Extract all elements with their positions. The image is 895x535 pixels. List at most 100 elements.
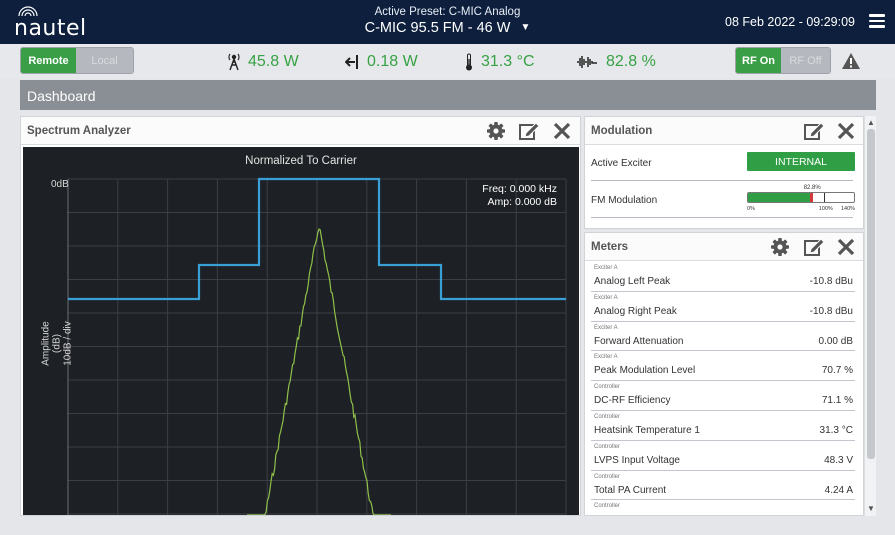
meter-name: Analog Right Peak — [594, 305, 677, 317]
modulation-panel-title: Modulation — [591, 125, 653, 137]
meters-panel: Meters Exciter A Analog Left Peak -10.8 … — [584, 232, 864, 516]
divider — [591, 217, 853, 218]
meter-row: Controller Total PA Current 4.24 A — [591, 471, 855, 501]
status-bar: Remote Local 45.8 W 0.18 W 31.3 °C 82.8 … — [0, 44, 895, 78]
meter-value: 4.24 A — [824, 484, 853, 496]
meter-row: Controller — [591, 500, 855, 515]
spectrum-analyzer-panel: Spectrum Analyzer Normalized To Carrier … — [20, 116, 581, 516]
meter-row: Exciter A Forward Attenuation 0.00 dB — [591, 322, 855, 352]
meter-value: 0.00 dB — [818, 335, 853, 347]
meter-row: Controller LVPS Input Voltage 48.3 V — [591, 441, 855, 471]
hamburger-menu-icon[interactable] — [869, 14, 885, 28]
meters-list: Exciter A Analog Left Peak -10.8 dBu Exc… — [585, 262, 863, 515]
fm-modulation-value: 82.8% — [803, 185, 821, 191]
meter-row: Controller DC-RF Efficiency 71.1 % — [591, 381, 855, 411]
reflected-arrow-icon — [345, 55, 358, 69]
cursor-readout: Freq: 0.000 kHz Amp: 0.000 dB — [482, 183, 557, 209]
spectrum-plot[interactable]: Normalized To Carrier 0dB Amplitude (dB)… — [23, 147, 579, 515]
spectrum-trace — [247, 228, 391, 515]
nautel-logo: nautel — [12, 6, 86, 41]
waveform-icon — [577, 56, 597, 68]
y-axis-label-line2: 10dB / div — [62, 321, 74, 366]
meter-source: Exciter A — [594, 294, 618, 301]
meter-row: Controller Heatsink Temperature 1 31.3 °… — [591, 411, 855, 441]
page-scrollbar[interactable]: ▲ ▼ — [864, 116, 876, 516]
meter-name: Forward Attenuation — [594, 335, 684, 347]
meter-value: -10.8 dBu — [809, 305, 853, 317]
fm-scale-0: 0% — [747, 206, 755, 212]
forward-power-value: 45.8 W — [248, 53, 299, 70]
meter-source: Exciter A — [594, 324, 618, 331]
preset-selector[interactable]: C-MIC 95.5 FM - 46 W ▼ — [365, 20, 531, 36]
close-icon[interactable] — [835, 121, 857, 141]
spectrum-panel-title: Spectrum Analyzer — [27, 125, 131, 137]
divider — [591, 180, 853, 181]
fm-peak-marker — [809, 193, 813, 202]
active-exciter-button[interactable]: INTERNAL — [747, 152, 855, 171]
meter-name: LVPS Input Voltage — [594, 454, 680, 466]
meter-value: 48.3 V — [824, 454, 853, 466]
fm-modulation-bar — [747, 192, 855, 203]
forward-power-meter: 45.8 W — [228, 51, 299, 73]
close-icon[interactable] — [835, 237, 857, 257]
gear-icon[interactable] — [769, 237, 791, 257]
meter-row: Exciter A Analog Left Peak -10.8 dBu — [591, 262, 855, 292]
temperature-meter: 31.3 °C — [465, 51, 535, 73]
scroll-down-icon[interactable]: ▼ — [865, 504, 877, 514]
gear-icon[interactable] — [485, 121, 507, 141]
edit-icon[interactable] — [803, 121, 825, 141]
active-exciter-label: Active Exciter — [591, 158, 652, 169]
amp-readout: Amp: 0.000 dB — [487, 196, 557, 208]
meter-row: Exciter A Analog Right Peak -10.8 dBu — [591, 292, 855, 322]
rf-on-option[interactable]: RF On — [736, 48, 782, 73]
fm-scale-140: 140% — [841, 206, 856, 212]
fm-modulation-fill — [748, 193, 811, 202]
warning-icon[interactable] — [841, 52, 861, 70]
dashboard-header: Dashboard — [20, 80, 876, 110]
edit-icon[interactable] — [518, 121, 540, 141]
spectrum-panel-header: Spectrum Analyzer — [21, 117, 580, 145]
meter-name: DC-RF Efficiency — [594, 395, 671, 407]
caret-down-icon: ▼ — [520, 22, 531, 33]
fm-modulation-label: FM Modulation — [591, 195, 658, 206]
scroll-up-icon[interactable]: ▲ — [865, 118, 877, 128]
local-option[interactable]: Local — [76, 48, 133, 73]
y-axis-label-line1: Amplitude (dB) — [40, 321, 63, 366]
reflected-power-meter: 0.18 W — [345, 51, 418, 73]
meter-source: Controller — [594, 503, 621, 510]
meter-value: -10.8 dBu — [809, 276, 853, 287]
close-icon[interactable] — [551, 121, 573, 141]
remote-option[interactable]: Remote — [21, 48, 77, 73]
logo-text: nautel — [14, 16, 87, 41]
meter-source: Controller — [594, 473, 621, 480]
scroll-thumb[interactable] — [867, 129, 875, 459]
meter-source: Controller — [594, 384, 621, 391]
rf-on-off-toggle[interactable]: RF On RF Off — [735, 47, 831, 74]
preset-value: C-MIC 95.5 FM - 46 W — [364, 20, 511, 36]
page-footer-area — [0, 516, 895, 535]
thermometer-icon — [466, 53, 472, 71]
edit-icon[interactable] — [803, 237, 825, 257]
rf-off-option[interactable]: RF Off — [781, 48, 830, 73]
y-axis-label: Amplitude (dB) 10dB / div — [41, 314, 74, 374]
meter-name: Analog Left Peak — [594, 276, 671, 287]
fm-scale-100: 100% — [818, 206, 833, 212]
top-bar: nautel Active Preset: C-MIC Analog C-MIC… — [0, 0, 895, 44]
plot-title: Normalized To Carrier — [245, 155, 357, 167]
meter-source: Controller — [594, 413, 621, 420]
tower-icon — [228, 53, 240, 71]
meter-name: Peak Modulation Level — [594, 365, 696, 377]
meter-row: Exciter A Peak Modulation Level 70.7 % — [591, 351, 855, 382]
meter-source: Exciter A — [594, 265, 618, 271]
modulation-panel-header: Modulation — [585, 117, 863, 145]
modulation-meter: 82.8 % — [576, 51, 656, 73]
meter-value: 70.7 % — [821, 365, 853, 377]
remote-local-toggle[interactable]: Remote Local — [20, 47, 134, 74]
y-tick-0db: 0dB — [51, 179, 69, 190]
temperature-value: 31.3 °C — [481, 53, 535, 70]
meter-source: Exciter A — [594, 354, 618, 361]
modulation-value: 82.8 % — [606, 53, 656, 70]
date-time: 08 Feb 2022 - 09:29:09 — [725, 15, 855, 29]
meter-value: 31.3 °C — [819, 424, 853, 436]
meter-value: 71.1 % — [821, 395, 853, 407]
